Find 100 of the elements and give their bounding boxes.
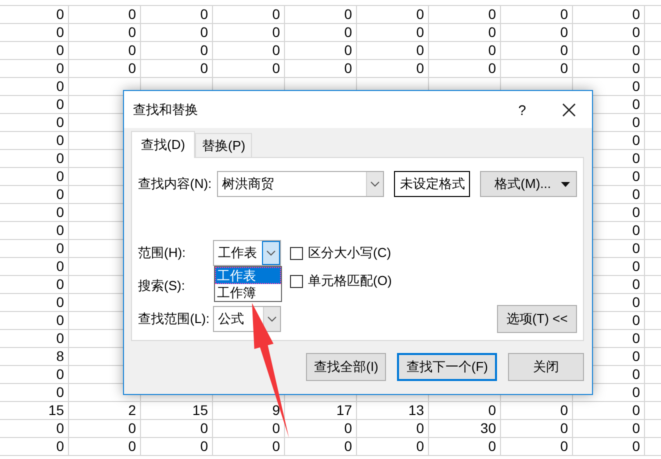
table-cell: 0 [501, 402, 573, 420]
table-cell: 8 [0, 348, 69, 366]
table-cell: 0 [0, 240, 69, 258]
table-cell: 13 [357, 402, 429, 420]
help-button[interactable]: ? [518, 102, 526, 118]
table-cell: 0 [429, 42, 501, 60]
table-cell: 0 [0, 6, 69, 24]
table-cell: 0 [69, 420, 141, 438]
table-cell: 0 [0, 294, 69, 312]
table-cell: 0 [0, 366, 69, 384]
scope-dropdown[interactable]: 工作表 [213, 240, 281, 266]
field-label: 查找内容(N): [138, 175, 213, 193]
table-cell: 0 [0, 78, 69, 96]
list-option[interactable]: 工作表 [215, 267, 281, 284]
table-cell: 0 [501, 420, 573, 438]
table-cell: 0 [0, 96, 69, 114]
table-cell: 0 [213, 42, 285, 60]
table-cell: 0 [213, 438, 285, 456]
table-cell: 0 [357, 6, 429, 24]
table-cell: 0 [69, 42, 141, 60]
table-cell: 15 [0, 402, 69, 420]
table-cell: 0 [501, 42, 573, 60]
window-title: 查找和替换 [133, 100, 199, 118]
table-cell: 0 [429, 6, 501, 24]
table-cell: 0 [0, 258, 69, 276]
tab[interactable]: 替换(P) [195, 133, 252, 157]
table-cell: 0 [213, 24, 285, 42]
close-icon[interactable] [562, 102, 576, 116]
format-button[interactable]: 格式(M)... [480, 171, 577, 197]
table-cell: 2 [69, 402, 141, 420]
dialog-button[interactable]: 查找全部(I) [306, 353, 386, 381]
chevron-down-icon [370, 181, 380, 187]
table-cell: 0 [213, 6, 285, 24]
list-option[interactable]: 工作簿 [215, 284, 281, 301]
table-cell: 0 [213, 60, 285, 78]
table-cell: 0 [0, 384, 69, 402]
table-cell: 0 [573, 24, 645, 42]
table-cell: 0 [141, 420, 213, 438]
table-cell: 0 [357, 24, 429, 42]
table-cell: 0 [429, 438, 501, 456]
table-cell: 0 [501, 6, 573, 24]
checkbox[interactable] [290, 246, 303, 260]
table-cell: 0 [0, 312, 69, 330]
table-cell: 0 [501, 438, 573, 456]
format-preview: 未设定格式 [394, 171, 470, 197]
checkbox[interactable] [290, 274, 303, 288]
table-cell: 15 [141, 402, 213, 420]
tab[interactable]: 查找(D) [131, 131, 196, 158]
table-cell: 0 [0, 24, 69, 42]
table-cell: 0 [573, 420, 645, 438]
table-cell: 0 [0, 150, 69, 168]
table-cell: 0 [141, 438, 213, 456]
table-cell: 0 [501, 24, 573, 42]
checkbox-label: 单元格匹配(O) [308, 272, 392, 290]
table-cell: 0 [573, 42, 645, 60]
table-cell: 0 [0, 222, 69, 240]
table-cell: 0 [357, 420, 429, 438]
table-cell: 0 [285, 6, 357, 24]
table-cell: 0 [69, 6, 141, 24]
table-cell: 0 [285, 60, 357, 78]
table-cell: 0 [0, 60, 69, 78]
table-cell: 0 [429, 60, 501, 78]
checkbox-label: 区分大小写(C) [308, 244, 392, 262]
table-cell: 0 [501, 60, 573, 78]
table-cell: 0 [285, 42, 357, 60]
field-label: 搜索(S): [138, 276, 186, 294]
table-cell: 0 [573, 60, 645, 78]
table-cell: 0 [69, 60, 141, 78]
table-cell: 0 [0, 186, 69, 204]
options-button[interactable]: 选项(T) << [497, 304, 577, 332]
table-cell: 0 [357, 60, 429, 78]
field-label: 范围(H): [138, 244, 187, 262]
chevron-down-icon [267, 316, 277, 322]
table-cell: 0 [141, 60, 213, 78]
table-cell: 0 [141, 6, 213, 24]
chevron-down-icon [266, 250, 276, 256]
table-cell: 0 [285, 24, 357, 42]
table-cell: 0 [0, 276, 69, 294]
table-cell: 0 [0, 420, 69, 438]
table-cell: 0 [357, 438, 429, 456]
dialog-button[interactable]: 查找下一个(F) [397, 353, 497, 381]
table-cell: 0 [357, 42, 429, 60]
table-cell: 0 [0, 114, 69, 132]
triangle-down-icon [561, 182, 570, 186]
table-cell: 0 [429, 24, 501, 42]
table-cell: 0 [285, 438, 357, 456]
table-cell: 30 [429, 420, 501, 438]
find-field[interactable]: 树洪商贸 [216, 171, 384, 197]
table-cell: 0 [141, 24, 213, 42]
table-cell: 0 [0, 168, 69, 186]
table-cell: 0 [141, 42, 213, 60]
table-cell: 0 [0, 330, 69, 348]
table-cell: 0 [0, 42, 69, 60]
table-cell: 0 [0, 204, 69, 222]
table-cell: 17 [285, 402, 357, 420]
table-cell: 0 [429, 402, 501, 420]
dialog-button[interactable]: 关闭 [508, 353, 584, 381]
table-cell: 0 [69, 438, 141, 456]
table-cell: 0 [573, 6, 645, 24]
table-cell: 0 [0, 132, 69, 150]
